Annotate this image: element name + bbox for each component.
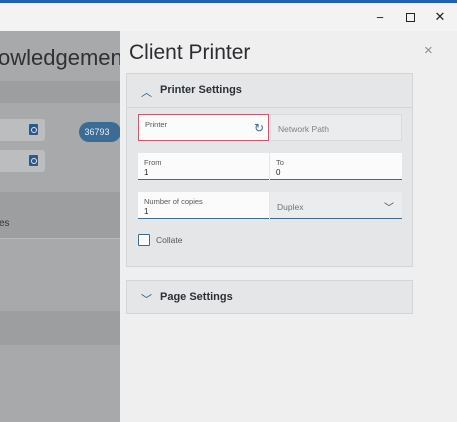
collate-checkbox[interactable] [138, 234, 150, 246]
refresh-spinner-icon: ↻ [253, 121, 264, 135]
background-page-title: owledgement [0, 45, 120, 70]
panel-title: Client Printer [129, 41, 251, 64]
printer-settings-section: ︿ Printer Settings Printer ↻ Network Pat… [126, 73, 413, 267]
chevron-down-icon: ﹀ [141, 294, 152, 306]
background-band [0, 311, 120, 345]
from-label: From [144, 158, 162, 167]
to-label: To [276, 158, 284, 167]
background-field [0, 119, 45, 141]
duplex-value: Duplex [277, 202, 304, 212]
maximize-button[interactable] [395, 3, 425, 31]
divider [127, 107, 412, 108]
close-panel-button[interactable]: × [424, 42, 433, 59]
copies-label: Number of copies [144, 197, 203, 206]
network-path-placeholder: Network Path [278, 124, 330, 134]
collate-label: Collate [156, 235, 183, 245]
from-value: 1 [144, 168, 149, 177]
search-icon [29, 124, 38, 135]
close-icon: ✕ [434, 9, 446, 24]
page-settings-header[interactable]: ﹀ Page Settings [127, 281, 412, 314]
to-page-input[interactable]: To 0 [270, 153, 402, 180]
maximize-icon [405, 12, 415, 22]
copies-value: 1 [144, 207, 149, 216]
window-titlebar: − ✕ [0, 3, 457, 31]
printer-label: Printer [145, 120, 168, 129]
to-value: 0 [276, 168, 281, 177]
search-icon [29, 155, 38, 166]
printer-settings-title: Printer Settings [160, 84, 242, 96]
from-page-input[interactable]: From 1 [138, 153, 269, 180]
page-settings-section: ﹀ Page Settings [126, 280, 413, 314]
background-section-label: es [0, 218, 10, 229]
divider [0, 238, 120, 239]
printer-field[interactable]: Printer ↻ [138, 114, 269, 141]
network-path-input[interactable]: Network Path [270, 114, 402, 141]
duplex-select[interactable]: Duplex ﹀ [270, 192, 402, 219]
background-band [0, 81, 120, 103]
page-settings-title: Page Settings [160, 291, 233, 303]
client-printer-panel: Client Printer × ︿ Printer Settings Prin… [120, 31, 457, 422]
minimize-button[interactable]: − [365, 3, 395, 31]
close-window-button[interactable]: ✕ [425, 3, 455, 31]
background-field [0, 150, 45, 172]
chevron-up-icon: ︿ [141, 87, 152, 99]
number-of-copies-input[interactable]: Number of copies 1 [138, 192, 269, 219]
background-band [0, 192, 120, 238]
minimize-icon: − [376, 9, 384, 25]
chevron-down-icon: ﹀ [384, 203, 394, 214]
background-page-overlay: owledgement 36793 es [0, 31, 120, 422]
background-badge: 36793 [79, 122, 120, 142]
printer-settings-header[interactable]: ︿ Printer Settings [127, 74, 412, 107]
